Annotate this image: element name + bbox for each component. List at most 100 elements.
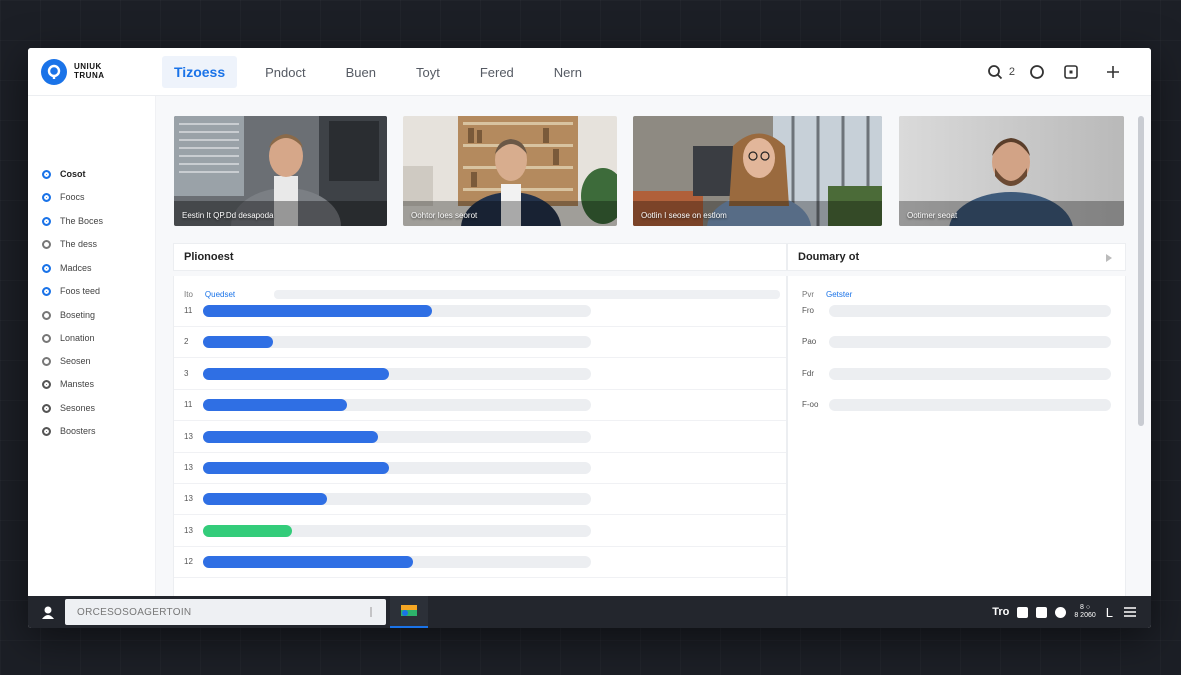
video-tile[interactable]: Ootimer seoat <box>899 116 1124 226</box>
progress-row[interactable]: 11 <box>174 296 786 327</box>
main-content: Eestin It QP.Dd desapoda Oohtor Ioes seo… <box>156 96 1151 596</box>
search-icon[interactable] <box>983 60 1007 84</box>
video-tile[interactable]: Eestin It QP.Dd desapoda <box>174 116 387 226</box>
tray-letter: L <box>1105 604 1113 620</box>
progress-fill <box>203 336 273 349</box>
taskbar-search-input[interactable]: ORCESOSOAGERTOIN <box>65 599 386 625</box>
sidebar-item-foos-teed[interactable]: Foos teed <box>42 283 100 299</box>
summary-row[interactable]: F-oo <box>788 390 1125 421</box>
sidebar-item-label: Sesones <box>60 403 96 413</box>
progress-row[interactable]: 2 <box>174 327 786 359</box>
summary-row[interactable]: Fdr <box>788 359 1125 390</box>
tab-tizoess[interactable]: Tizoess <box>162 56 238 88</box>
progress-fill <box>203 556 413 569</box>
tab-fered[interactable]: Fered <box>468 56 526 88</box>
sidebar-item-cosot[interactable]: Cosot <box>42 166 86 182</box>
progress-fill <box>203 399 347 412</box>
tray-icon-3[interactable] <box>1055 606 1067 618</box>
row-number: 13 <box>184 463 193 472</box>
clock[interactable]: 8 ○ 8 2060 <box>1074 604 1095 620</box>
progress-fill <box>203 462 390 474</box>
progress-fill <box>203 493 328 506</box>
plus-icon[interactable] <box>1101 60 1125 84</box>
logo-text: UNIUK TRUNA <box>74 62 105 80</box>
row-number: 13 <box>184 525 193 535</box>
summary-row[interactable]: Fro <box>788 296 1125 327</box>
tab-nern[interactable]: Nern <box>542 56 594 88</box>
radio-dot-icon <box>42 403 51 413</box>
scrollbar-thumb[interactable] <box>1138 116 1144 426</box>
vertical-scrollbar[interactable] <box>1138 116 1144 426</box>
radio-dot-icon <box>42 333 51 343</box>
right-panel-body: Pvr Getster Fro Pao Fdr F-oo <box>787 276 1126 596</box>
tray-icon-1[interactable] <box>1017 606 1029 618</box>
radio-dot-icon <box>42 426 51 436</box>
summary-row[interactable]: Pao <box>788 327 1125 358</box>
square-icon[interactable] <box>1059 60 1083 84</box>
tab-toyt[interactable]: Toyt <box>404 56 452 88</box>
sidebar-item-lonation[interactable]: Lonation <box>42 330 95 346</box>
circle-icon[interactable] <box>1025 60 1049 84</box>
cursor-icon <box>370 607 372 617</box>
progress-row[interactable]: 11 <box>174 390 786 422</box>
tab-buen[interactable]: Buen <box>334 56 388 88</box>
tab-pndoct[interactable]: Pndoct <box>253 56 317 88</box>
radio-dot-icon <box>42 379 51 389</box>
progress-row[interactable]: 13 <box>174 422 786 453</box>
sidebar-item-label: Foos teed <box>60 286 101 296</box>
progress-track <box>203 336 591 349</box>
left-panel-title: Plionoest <box>184 251 234 263</box>
app-window: UNIUK TRUNA Tizoess Pndoct Buen Toyt Fer… <box>28 48 1151 628</box>
taskbar-app-button[interactable] <box>390 596 428 628</box>
radio-dot-icon <box>42 310 51 320</box>
sidebar-item-label: Foocs <box>60 192 85 202</box>
radio-dot-icon <box>42 169 51 179</box>
system-tray: Tro 8 ○ 8 2060 L <box>992 596 1137 628</box>
progress-row[interactable]: 3 <box>174 359 786 390</box>
progress-row[interactable]: 12 <box>174 547 786 579</box>
radio-dot-icon <box>42 263 51 273</box>
progress-fill <box>203 305 432 317</box>
logo-icon <box>41 59 67 85</box>
sidebar-item-sesones[interactable]: Sesones <box>42 400 95 416</box>
sidebar-item-madces[interactable]: Madces <box>42 260 92 276</box>
participant-video-feed <box>633 116 882 226</box>
summary-bar <box>829 305 1111 317</box>
clock-line-1: 8 ○ <box>1080 604 1091 611</box>
progress-row[interactable]: 13 <box>174 453 786 484</box>
sidebar-item-the-dess[interactable]: The dess <box>42 236 97 252</box>
sidebar-item-label: The dess <box>60 239 98 249</box>
summary-label: Pao <box>802 337 817 347</box>
user-icon[interactable] <box>40 604 56 620</box>
top-bar: UNIUK TRUNA Tizoess Pndoct Buen Toyt Fer… <box>28 48 1151 96</box>
row-number: 12 <box>184 557 193 567</box>
sidebar: Cosot Foocs The Boces The dess Madces Fo… <box>28 96 156 596</box>
notification-count: 2 <box>1008 66 1015 78</box>
progress-row[interactable]: 13 <box>174 516 786 547</box>
sidebar-item-boosters[interactable]: Boosters <box>42 423 96 439</box>
right-panel-title: Doumary ot <box>798 251 860 263</box>
sidebar-item-manstes[interactable]: Manstes <box>42 376 94 392</box>
sidebar-item-seosen[interactable]: Seosen <box>42 353 91 369</box>
sidebar-item-foocs[interactable]: Foocs <box>42 189 85 205</box>
progress-track <box>203 462 591 474</box>
radio-dot-icon <box>42 192 51 202</box>
right-panel-header: Doumary ot <box>787 243 1126 271</box>
tray-icon-2[interactable] <box>1036 606 1048 618</box>
video-tile[interactable]: Ootlin I seose on estlom <box>633 116 882 226</box>
taskbar: ORCESOSOAGERTOIN Tro 8 ○ 8 2060 L <box>28 596 1151 628</box>
progress-fill <box>203 524 293 537</box>
progress-track <box>203 524 591 537</box>
sidebar-item-the-boces[interactable]: The Boces <box>42 213 103 229</box>
video-tile[interactable]: Oohtor Ioes seorot <box>403 116 617 226</box>
progress-row[interactable]: 13 <box>174 484 786 516</box>
progress-track <box>203 556 591 569</box>
menu-icon[interactable] <box>1123 606 1137 618</box>
sidebar-item-boseting[interactable]: Boseting <box>42 307 95 323</box>
row-number: 2 <box>184 337 189 347</box>
progress-fill <box>203 430 378 443</box>
progress-track <box>203 493 591 506</box>
sidebar-item-label: Cosot <box>60 169 86 179</box>
sidebar-item-label: Madces <box>60 263 92 273</box>
play-icon[interactable] <box>1105 254 1113 262</box>
